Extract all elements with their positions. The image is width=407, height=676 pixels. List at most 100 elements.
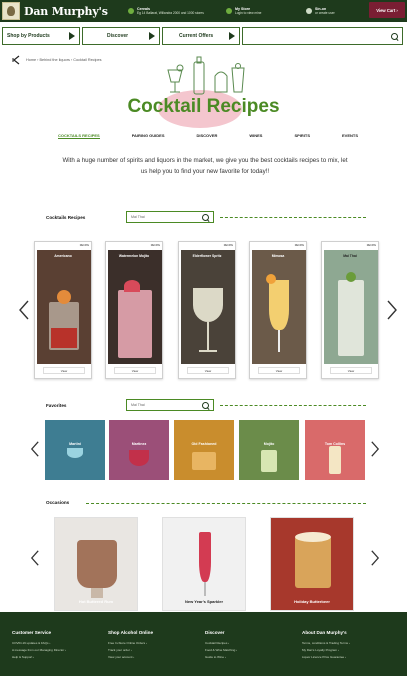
section-divider xyxy=(220,405,366,406)
footer-link[interactable]: Terms, conditions & Trading Terms › xyxy=(302,640,350,647)
delivery-selector[interactable]: Cereals Eg 14 Ballarat, Willandra 2000 an… xyxy=(128,7,218,15)
carousel-prev-icon[interactable] xyxy=(30,550,40,566)
recipe-card[interactable]: RECIPE Mimosa View xyxy=(249,241,307,379)
recipe-image xyxy=(108,250,162,364)
favorites-search-input[interactable]: Mai Thai xyxy=(126,399,214,411)
card-tag: RECIPE xyxy=(79,244,89,247)
favorite-tile[interactable]: Martinez xyxy=(109,420,169,480)
search-icon[interactable] xyxy=(391,32,398,40)
carousel-prev-icon[interactable] xyxy=(18,300,30,320)
carousel-prev-icon[interactable] xyxy=(30,441,40,457)
occasion-name: New Year's Sparkler xyxy=(184,599,223,604)
favorite-name: Martini xyxy=(69,442,81,446)
page-title: Cocktail Recipes xyxy=(127,96,280,117)
recipe-image xyxy=(181,250,235,364)
card-tag: RECIPE xyxy=(223,244,233,247)
location-pin-icon xyxy=(128,8,134,14)
favorite-tile[interactable]: Tom Collins xyxy=(305,420,365,480)
play-arrow-icon xyxy=(69,32,75,40)
recipes-search-input[interactable]: Mai Thai xyxy=(126,211,214,223)
user-icon xyxy=(306,8,312,14)
carousel-next-icon[interactable] xyxy=(386,300,398,320)
store-sub: Login to view mine xyxy=(235,11,262,15)
recipe-name: Watermelon Mojito xyxy=(118,254,150,258)
favorite-tile[interactable]: Martini xyxy=(45,420,105,480)
discover-button[interactable]: Discover xyxy=(82,27,160,45)
shop-by-products-button[interactable]: Shop by Products xyxy=(2,27,80,45)
view-recipe-button[interactable]: View xyxy=(43,367,85,374)
subnav-cocktails-recipes[interactable]: COCKTAILS RECIPES xyxy=(58,133,100,139)
subnav-events[interactable]: EVENTS xyxy=(342,133,358,139)
footer-link[interactable]: Liquor Licence Price Guarantee › xyxy=(302,654,350,661)
breadcrumb: Home › Behind the liquors › Cocktail Rec… xyxy=(12,55,102,65)
occasions-section-label: Occasions xyxy=(46,500,70,505)
footer-link[interactable]: COVID-19 updates & FAQs › xyxy=(12,640,66,647)
view-cart-button[interactable]: View Cart › xyxy=(369,2,405,18)
footer-link[interactable]: Free In-Store Online Orders › xyxy=(108,640,153,647)
search-icon[interactable] xyxy=(202,401,209,409)
subnav-wines[interactable]: WINES xyxy=(249,133,262,139)
carousel-next-icon[interactable] xyxy=(370,550,380,566)
store-icon xyxy=(226,8,232,14)
subnav-discover[interactable]: DISCOVER xyxy=(196,133,217,139)
account-sub: or create user xyxy=(315,11,335,15)
footer-link[interactable]: Cocktail Recipes › xyxy=(205,640,237,647)
occasion-card[interactable]: New Year's Sparkler xyxy=(162,517,246,611)
footer-link[interactable]: Help & Support › xyxy=(12,654,66,661)
view-recipe-button[interactable]: View xyxy=(258,367,300,374)
recipe-name: Mimosa xyxy=(271,254,285,258)
footer-link[interactable]: A message from our Managing Director › xyxy=(12,647,66,654)
favorite-name: Mojito xyxy=(263,442,275,446)
favorite-tile[interactable]: Old Fashioned xyxy=(174,420,234,480)
recipe-card[interactable]: RECIPE Elderflower Spritz View xyxy=(178,241,236,379)
back-arrow-icon[interactable] xyxy=(12,55,22,65)
recipe-image xyxy=(37,250,91,364)
breadcrumb-text[interactable]: Home › Behind the liquors › Cocktail Rec… xyxy=(26,58,102,62)
footer: Customer Service COVID-19 updates & FAQs… xyxy=(0,612,407,676)
footer-link[interactable]: Food & Wine Matching › xyxy=(205,647,237,654)
favorite-name: Tom Collins xyxy=(324,442,346,446)
store-selector[interactable]: My Store Login to view mine xyxy=(226,7,298,15)
view-recipe-button[interactable]: View xyxy=(330,367,372,374)
current-offers-label: Current Offers xyxy=(179,33,214,39)
recipes-search-value: Mai Thai xyxy=(131,215,145,219)
footer-link[interactable]: Track your order › xyxy=(108,647,153,654)
search-icon[interactable] xyxy=(202,213,209,221)
card-tag: RECIPE xyxy=(150,244,160,247)
favorite-name: Old Fashioned xyxy=(191,442,217,446)
play-arrow-icon xyxy=(229,32,235,40)
footer-column: Shop Alcohol Online Free In-Store Online… xyxy=(108,630,153,661)
recipe-card[interactable]: RECIPE Americano View xyxy=(34,241,92,379)
footer-column-title: Discover xyxy=(205,630,225,635)
carousel-next-icon[interactable] xyxy=(370,441,380,457)
footer-link[interactable]: Guide to Wine › xyxy=(205,654,237,661)
logo-portrait-icon xyxy=(2,2,20,20)
discover-label: Discover xyxy=(107,33,129,39)
occasion-card[interactable]: Holiday Butterbeer xyxy=(270,517,354,611)
brand-name: Dan Murphy's xyxy=(24,4,108,18)
account-link[interactable]: Sin-on or create user xyxy=(306,7,342,15)
subnav-pairing-guides[interactable]: PAIRING GUIDES xyxy=(132,133,165,139)
search-input[interactable] xyxy=(242,27,403,45)
occasion-card[interactable]: Hot Buttered Rum xyxy=(54,517,138,611)
current-offers-button[interactable]: Current Offers xyxy=(162,27,240,45)
intro-text: With a huge number of spirits and liquor… xyxy=(62,157,348,175)
section-divider xyxy=(220,217,366,218)
play-arrow-icon xyxy=(149,32,155,40)
view-recipe-button[interactable]: View xyxy=(187,367,229,374)
recipe-card[interactable]: RECIPE Watermelon Mojito View xyxy=(105,241,163,379)
footer-link[interactable]: My Dan's Loyalty Program › xyxy=(302,647,350,654)
subnav: COCKTAILS RECIPES PAIRING GUIDES DISCOVE… xyxy=(58,133,358,139)
main-nav: Shop by Products Discover Current Offers xyxy=(0,26,407,46)
favorites-search-value: Mai Thai xyxy=(131,403,145,407)
favorite-tile[interactable]: Mojito xyxy=(239,420,299,480)
logo[interactable]: Dan Murphy's xyxy=(0,0,128,22)
delivery-sub: Eg 14 Ballarat, Willandra 2000 and 1000 … xyxy=(137,11,204,15)
view-recipe-button[interactable]: View xyxy=(114,367,156,374)
subnav-spirits[interactable]: SPIRITS xyxy=(294,133,310,139)
recipe-card[interactable]: RECIPE Mai Thai View xyxy=(321,241,379,379)
footer-column-title: Customer Service xyxy=(12,630,52,635)
card-tag: RECIPE xyxy=(366,244,376,247)
favorites-section-label: Favorites xyxy=(46,403,67,408)
footer-link[interactable]: View your account › xyxy=(108,654,153,661)
